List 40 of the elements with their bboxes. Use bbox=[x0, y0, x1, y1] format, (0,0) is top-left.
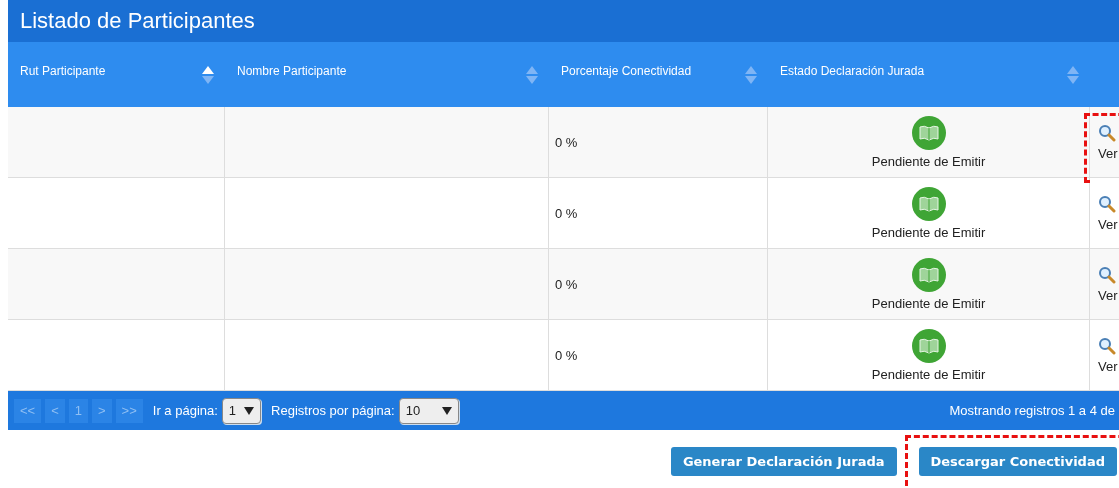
search-icon[interactable] bbox=[1098, 123, 1116, 142]
column-title: Nombre Participante bbox=[237, 64, 347, 78]
book-icon bbox=[911, 115, 946, 150]
status-text: Pendiente de Emitir bbox=[871, 224, 986, 240]
action-button[interactable]: Generar Declaración Jurada bbox=[670, 447, 897, 476]
book-icon bbox=[911, 328, 946, 363]
view-link[interactable]: Ver bbox=[1098, 287, 1118, 303]
percent-text: 0 % bbox=[555, 276, 578, 292]
column-header[interactable]: Nombre Participante bbox=[225, 42, 549, 107]
column-header[interactable]: Estado Declaración Jurada bbox=[768, 42, 1090, 107]
caret-icon bbox=[442, 406, 453, 415]
per-page-select[interactable]: 10 bbox=[398, 397, 460, 424]
percent-text: 0 % bbox=[555, 134, 578, 150]
view-link[interactable]: Ver bbox=[1098, 216, 1118, 232]
book-icon bbox=[911, 257, 946, 292]
view-link[interactable]: Ver bbox=[1098, 358, 1118, 374]
goto-label: Ir a página: bbox=[152, 403, 218, 418]
search-icon[interactable] bbox=[1098, 194, 1116, 213]
book-icon bbox=[911, 186, 946, 221]
column-header bbox=[1090, 42, 1119, 107]
status-text: Pendiente de Emitir bbox=[871, 366, 986, 382]
column-header[interactable]: Rut Participante bbox=[8, 42, 225, 107]
per-page-label: Registros por página: bbox=[271, 403, 395, 418]
column-title: Porcentaje Conectividad bbox=[561, 64, 692, 78]
panel-title: Listado de Participantes bbox=[8, 0, 1119, 42]
search-icon[interactable] bbox=[1098, 265, 1116, 284]
action-button[interactable]: Descargar Conectividad bbox=[918, 447, 1117, 476]
page-select[interactable]: 1 bbox=[221, 397, 262, 424]
view-link[interactable]: Ver bbox=[1098, 145, 1118, 161]
search-icon[interactable] bbox=[1098, 336, 1116, 355]
percent-text: 0 % bbox=[555, 205, 578, 221]
column-header[interactable]: Porcentaje Conectividad bbox=[549, 42, 768, 107]
caret-icon bbox=[244, 406, 255, 415]
percent-text: 0 % bbox=[555, 347, 578, 363]
status-text: Pendiente de Emitir bbox=[871, 153, 986, 169]
status-text: Pendiente de Emitir bbox=[871, 295, 986, 311]
column-title: Estado Declaración Jurada bbox=[780, 64, 925, 78]
sort-icon[interactable] bbox=[201, 64, 215, 86]
column-title: Rut Participante bbox=[20, 64, 106, 78]
records-summary: Mostrando registros 1 a 4 de bbox=[949, 403, 1115, 418]
